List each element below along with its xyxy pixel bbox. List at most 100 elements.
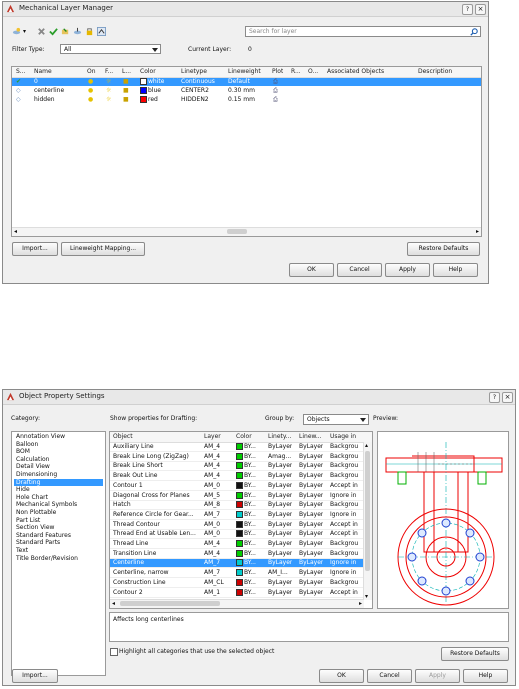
scroll-right-icon[interactable]: ▸ [476, 228, 479, 235]
layer-color[interactable]: red [140, 96, 158, 104]
delete-layer-icon[interactable] [37, 27, 46, 36]
object-color[interactable]: BY... [236, 501, 256, 509]
title-close-button[interactable]: × [502, 392, 513, 403]
category-item[interactable]: Title Border/Revision [14, 555, 103, 563]
object-color[interactable]: BY... [236, 549, 256, 558]
object-row[interactable]: Hatch AM_8 ByLayer ByLayer Backgrou BY... [110, 501, 364, 511]
category-item[interactable]: Hide [14, 486, 103, 494]
col-description[interactable]: Description [418, 67, 452, 76]
lightbulb-icon[interactable]: ● [88, 78, 93, 86]
lightbulb-icon[interactable]: ● [88, 96, 93, 104]
layer-linetype[interactable]: CENTER2 [181, 87, 209, 95]
object-color[interactable]: BY... [236, 578, 256, 587]
scroll-left-icon[interactable]: ◂ [112, 600, 115, 607]
scroll-right-icon[interactable]: ▸ [359, 600, 362, 607]
col-lineweight[interactable]: Linew... [299, 432, 322, 441]
layer-lineweight[interactable]: 0.15 mm [228, 96, 255, 104]
category-item[interactable]: Drafting [14, 478, 103, 487]
object-row[interactable]: Thread Contour AM_0 ByLayer ByLayer Accept i… [110, 520, 364, 530]
col-lineweight[interactable]: Lineweight [228, 67, 261, 76]
object-color[interactable]: BY... [236, 559, 256, 567]
col-linetype[interactable]: Linetype [181, 67, 207, 76]
object-row[interactable]: Reference Circle for Gear... AM_7 ByLayer B… [110, 510, 364, 520]
category-item[interactable]: Balloon [14, 441, 103, 449]
layer-row[interactable]: ◇ hidden ● ☼ ■ red HIDDEN2 0.15 mm ⎙ [12, 96, 481, 104]
object-row[interactable]: Diagonal Cross for Planes AM_5 ByLayer ByLa… [110, 491, 364, 501]
col-name[interactable]: Name [34, 67, 52, 76]
scroll-thumb[interactable] [120, 601, 220, 606]
col-on[interactable]: On [87, 67, 96, 76]
layer-lineweight[interactable]: 0.30 mm [228, 87, 255, 95]
object-row[interactable]: Contour 1 AM_0 ByLayer ByLayer Accept in BY..… [110, 481, 364, 491]
col-linetype[interactable]: Linety... [268, 432, 291, 441]
object-color[interactable]: BY... [236, 520, 256, 529]
apply-button[interactable]: Apply [385, 263, 430, 277]
new-layer-dropdown-icon[interactable]: ▾ [23, 28, 26, 35]
new-layer-icon[interactable] [12, 27, 21, 36]
printer-icon[interactable]: ⎙ [273, 96, 278, 104]
sun-icon[interactable]: ☼ [106, 96, 111, 104]
import-button[interactable]: Import... [12, 242, 58, 256]
col-freeze[interactable]: F... [105, 67, 113, 76]
cancel-button[interactable]: Cancel [367, 669, 412, 683]
scroll-thumb[interactable] [365, 451, 370, 571]
category-item[interactable]: Standard Parts [14, 539, 103, 547]
filter-type-select[interactable]: All [60, 44, 161, 54]
lock-icon[interactable]: ■ [123, 87, 129, 95]
category-item[interactable]: Standard Features [14, 532, 103, 540]
category-item[interactable]: Non Plottable [14, 509, 103, 517]
lock-icon[interactable]: ■ [123, 96, 129, 104]
layer-linetype[interactable]: Continuous [181, 78, 215, 86]
col-color[interactable]: Color [140, 67, 156, 76]
object-color[interactable]: BY... [236, 472, 256, 480]
scroll-down-icon[interactable]: ▾ [365, 593, 368, 600]
object-row[interactable]: Thread Line AM_4 ByLayer ByLayer Backgrou BY.… [110, 540, 364, 549]
object-row[interactable]: Centerline AM_7 ByLayer ByLayer Ignore in BY.… [110, 559, 364, 569]
object-color[interactable]: BY... [236, 569, 256, 577]
object-row[interactable]: Transition Line AM_4 ByLayer ByLayer Backgro… [110, 549, 364, 559]
object-grid-vscrollbar[interactable]: ▴ ▾ [363, 442, 372, 600]
printer-icon[interactable]: ⎙ [273, 78, 278, 86]
import-button[interactable]: Import... [12, 669, 58, 683]
col-object[interactable]: Object [113, 432, 133, 441]
col-color[interactable]: Color [236, 432, 252, 441]
category-item[interactable]: BOM [14, 448, 103, 456]
col-usage[interactable]: Usage in [330, 432, 356, 441]
object-row[interactable]: Break Line Short AM_4 ByLayer ByLayer Backgr… [110, 462, 364, 472]
highlight-checkbox[interactable] [110, 648, 118, 656]
object-row[interactable]: Centerline, narrow AM_7 AM_I... ByLayer Igno… [110, 569, 364, 579]
col-layer[interactable]: Layer [204, 432, 221, 441]
object-color[interactable]: BY... [236, 491, 256, 500]
scroll-thumb[interactable] [227, 229, 247, 234]
layer-linetype[interactable]: HIDDEN2 [181, 96, 209, 104]
set-current-icon[interactable] [49, 27, 58, 36]
title-close-button[interactable]: × [475, 4, 486, 15]
object-color[interactable]: BY... [236, 540, 256, 548]
category-item[interactable]: Detail View [14, 463, 103, 471]
lightbulb-icon[interactable]: ● [88, 87, 93, 95]
category-item[interactable]: Calculation [14, 456, 103, 464]
category-item[interactable]: Section View [14, 524, 103, 532]
lock-layer-icon[interactable] [85, 27, 94, 36]
help-button[interactable]: Help [463, 669, 508, 683]
category-item[interactable]: Hole Chart [14, 494, 103, 502]
object-color[interactable]: BY... [236, 481, 256, 490]
layer-color[interactable]: white [140, 78, 164, 86]
layer-search-input[interactable]: Search for layer [245, 26, 481, 37]
lineweight-mapping-button[interactable]: Lineweight Mapping... [61, 242, 145, 256]
category-item[interactable]: Mechanical Symbols [14, 501, 103, 509]
object-row[interactable]: Break Out Line AM_4 ByLayer ByLayer Backgrou… [110, 472, 364, 482]
scroll-up-icon[interactable]: ▴ [365, 442, 368, 449]
object-color[interactable]: BY... [236, 452, 256, 461]
sun-icon[interactable]: ☼ [106, 87, 111, 95]
lock-icon[interactable]: ■ [123, 78, 129, 86]
object-row[interactable]: Break Line Long (ZigZag) AM_4 Amag... ByLay… [110, 452, 364, 462]
ok-button[interactable]: OK [319, 669, 364, 683]
category-item[interactable]: Part List [14, 517, 103, 525]
col-status[interactable]: S... [16, 67, 26, 76]
category-item[interactable]: Annotation View [14, 433, 103, 441]
object-row[interactable]: Auxiliary Line AM_4 ByLayer ByLayer Backgrou… [110, 443, 364, 452]
cancel-button[interactable]: Cancel [337, 263, 382, 277]
object-row[interactable]: Thread End at Usable Len... AM_0 ByLayer By… [110, 530, 364, 540]
object-color[interactable]: BY... [236, 530, 256, 538]
